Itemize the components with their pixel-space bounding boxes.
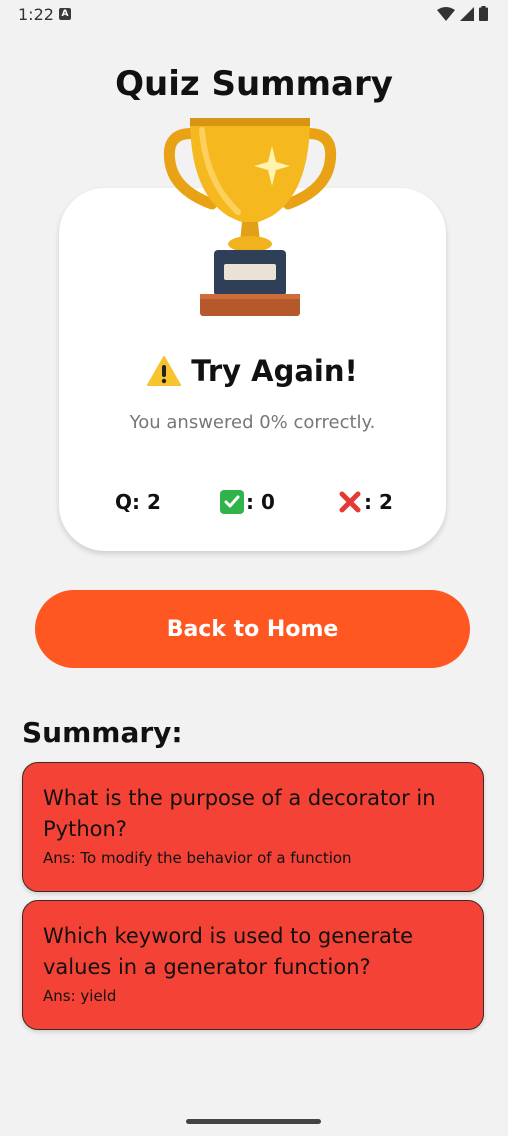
total-questions-stat: Q: 2 bbox=[115, 488, 161, 516]
correct-stat: : 0 bbox=[220, 488, 275, 516]
quiz-summary-screen: 1:22 A Quiz Summary Try Again! You answe… bbox=[0, 0, 508, 1136]
summary-item[interactable]: Which keyword is used to generate values… bbox=[22, 900, 484, 1030]
status-icons bbox=[432, 6, 488, 21]
warning-icon bbox=[147, 356, 182, 386]
total-questions-label: Q: 2 bbox=[115, 490, 161, 514]
summary-answer: Ans: yield bbox=[43, 987, 117, 1005]
notification-icon: A bbox=[59, 8, 71, 20]
summary-heading: Summary: bbox=[22, 716, 183, 749]
battery-icon bbox=[479, 6, 488, 21]
home-indicator[interactable] bbox=[186, 1119, 321, 1124]
result-heading-text: Try Again! bbox=[191, 354, 358, 388]
summary-item[interactable]: What is the purpose of a decorator in Py… bbox=[22, 762, 484, 892]
result-subtext: You answered 0% correctly. bbox=[129, 412, 376, 433]
notification-letter: A bbox=[61, 9, 69, 19]
summary-list: What is the purpose of a decorator in Py… bbox=[22, 762, 484, 1038]
summary-answer: Ans: To modify the behavior of a functio… bbox=[43, 849, 352, 867]
back-to-home-button[interactable]: Back to Home bbox=[35, 590, 470, 668]
correct-count-label: : 0 bbox=[246, 490, 275, 514]
wrong-stat: : 2 bbox=[338, 488, 393, 516]
page-title: Quiz Summary bbox=[115, 64, 393, 104]
stats-row: Q: 2 : 0 : 2 bbox=[59, 488, 446, 518]
summary-question: Which keyword is used to generate values… bbox=[43, 924, 414, 979]
signal-icon bbox=[460, 6, 474, 21]
wifi-icon bbox=[437, 6, 455, 21]
wrong-count-label: : 2 bbox=[364, 490, 393, 514]
result-heading: Try Again! bbox=[59, 354, 446, 388]
check-icon bbox=[220, 490, 244, 514]
status-bar: 1:22 A bbox=[0, 0, 508, 30]
summary-question: What is the purpose of a decorator in Py… bbox=[43, 786, 436, 841]
cross-icon bbox=[339, 491, 361, 513]
status-time: 1:22 bbox=[18, 5, 54, 24]
trophy-icon bbox=[163, 118, 337, 316]
